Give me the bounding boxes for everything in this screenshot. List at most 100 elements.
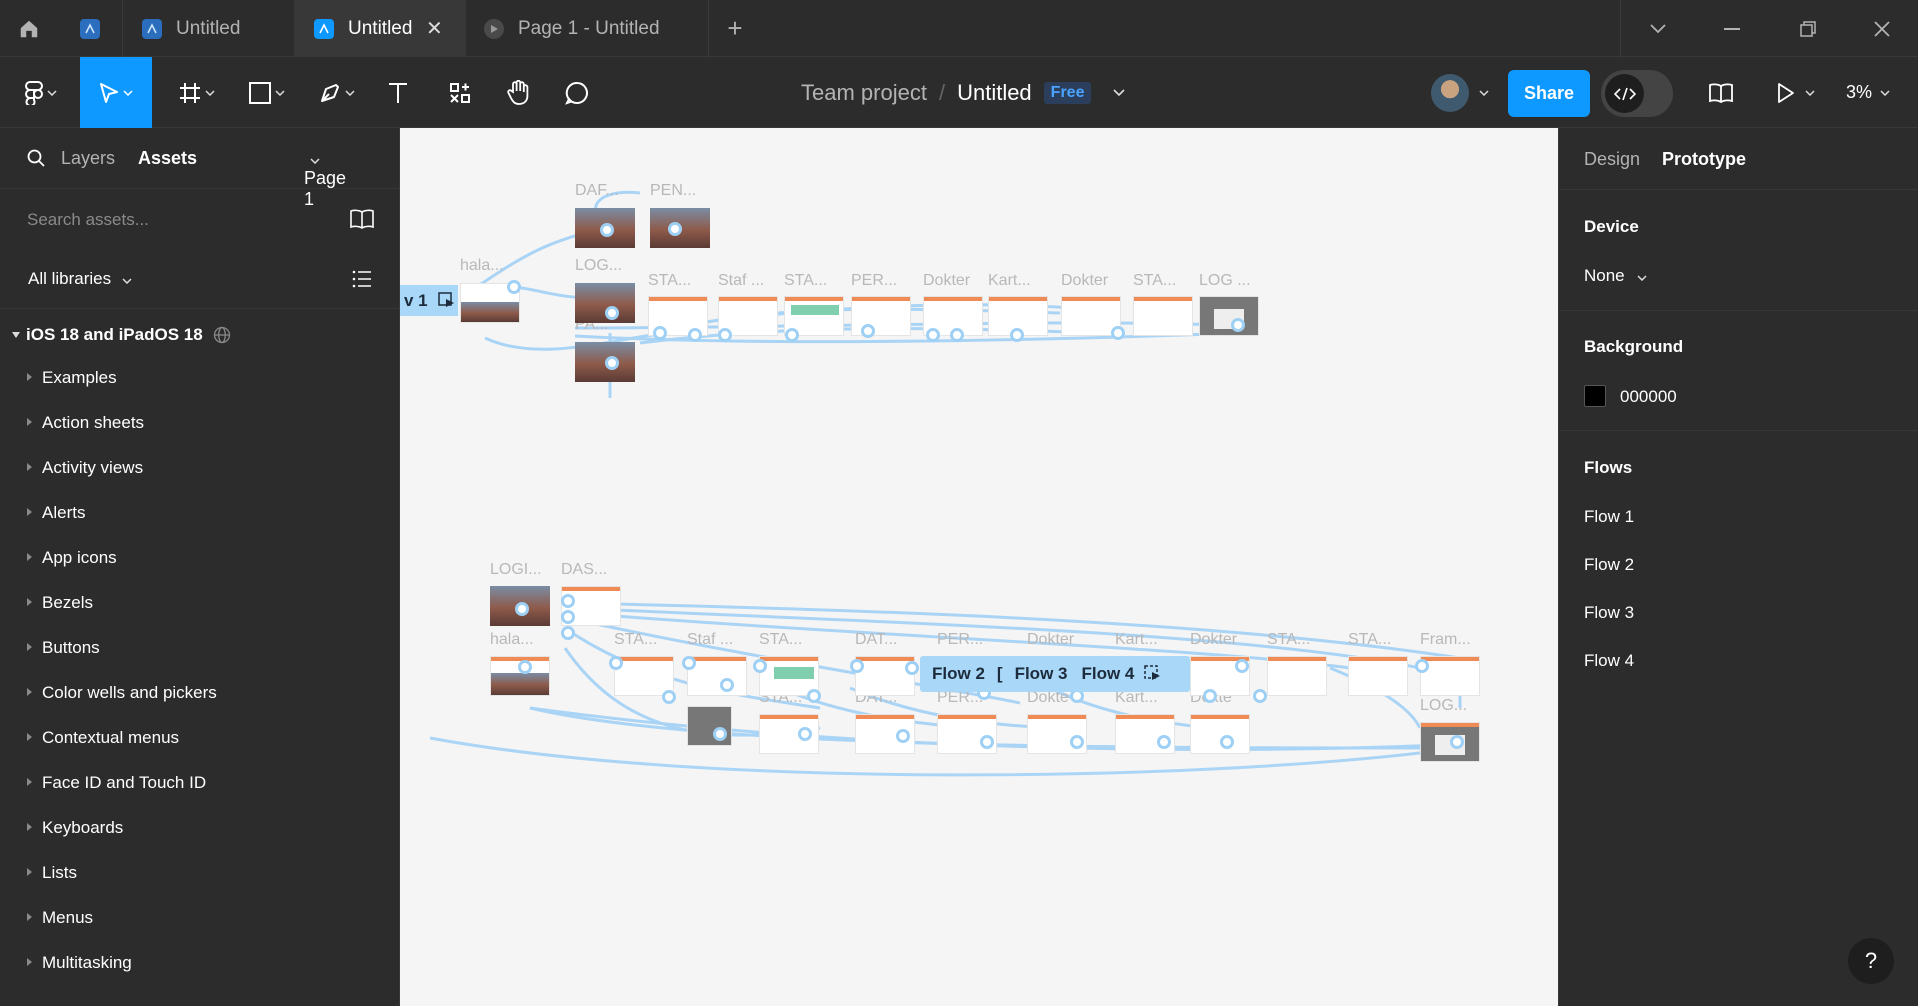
connection-node[interactable]: [1111, 326, 1125, 340]
connection-node[interactable]: [926, 328, 940, 342]
connection-node[interactable]: [785, 328, 799, 342]
connection-node[interactable]: [905, 661, 919, 675]
connection-node[interactable]: [688, 328, 702, 342]
connection-node[interactable]: [896, 729, 910, 743]
present-button[interactable]: [1766, 57, 1826, 128]
frame-thumbnail[interactable]: [687, 706, 732, 746]
close-window-button[interactable]: [1860, 0, 1904, 57]
frame-thumbnail[interactable]: [1133, 296, 1193, 336]
page-select[interactable]: Page 1: [304, 148, 346, 209]
connection-node[interactable]: [1010, 328, 1024, 342]
flow-item[interactable]: Flow 2: [1584, 555, 1634, 575]
tab-untitled-1[interactable]: Untitled: [122, 0, 294, 57]
help-button[interactable]: ?: [1848, 938, 1894, 984]
frame-thumbnail[interactable]: [575, 283, 635, 323]
list-item[interactable]: Menus: [0, 895, 400, 940]
connection-node[interactable]: [605, 306, 619, 320]
close-tab-icon[interactable]: ✕: [426, 16, 443, 41]
multiplayer-avatar-button[interactable]: [1424, 57, 1496, 128]
list-item[interactable]: Examples: [0, 355, 400, 400]
list-item[interactable]: App icons: [0, 535, 400, 580]
flow-4-chip[interactable]: Flow 4: [1081, 664, 1134, 684]
move-tool-button[interactable]: [80, 57, 152, 128]
connection-node[interactable]: [507, 280, 521, 294]
list-item[interactable]: Color wells and pickers: [0, 670, 400, 715]
connection-node[interactable]: [753, 659, 767, 673]
connection-node[interactable]: [1235, 659, 1249, 673]
background-swatch[interactable]: [1584, 385, 1606, 407]
tab-layers[interactable]: Layers: [61, 148, 115, 169]
connection-node[interactable]: [1450, 735, 1464, 749]
connection-node[interactable]: [561, 594, 575, 608]
share-button[interactable]: Share: [1508, 70, 1590, 117]
connection-node[interactable]: [605, 356, 619, 370]
frame-thumbnail[interactable]: [687, 656, 747, 696]
flow-starting-points-bar[interactable]: Flow 2 [ Flow 3 Flow 4: [920, 656, 1190, 692]
tab-assets[interactable]: Assets: [138, 148, 197, 169]
connection-node[interactable]: [861, 324, 875, 338]
list-item[interactable]: Bezels: [0, 580, 400, 625]
connection-node[interactable]: [980, 735, 994, 749]
connection-node[interactable]: [850, 659, 864, 673]
flow-item[interactable]: Flow 1: [1584, 507, 1634, 527]
tab-page1-untitled[interactable]: Page 1 - Untitled: [466, 0, 708, 57]
library-button[interactable]: [1700, 57, 1742, 128]
search-layers-button[interactable]: [27, 149, 45, 172]
tab-untitled-active[interactable]: Untitled ✕: [294, 0, 466, 57]
connection-node[interactable]: [713, 727, 727, 741]
file-name[interactable]: Untitled: [957, 80, 1032, 106]
connection-node[interactable]: [682, 656, 696, 670]
connection-node[interactable]: [668, 222, 682, 236]
connection-node[interactable]: [561, 610, 575, 624]
connection-node[interactable]: [515, 602, 529, 616]
libraries-select[interactable]: All libraries: [28, 269, 132, 289]
frame-thumbnail[interactable]: [1190, 714, 1250, 754]
canvas[interactable]: v 1 DAF... PEN... hala... LOG... STA... …: [400, 128, 1558, 1006]
connection-node[interactable]: [798, 727, 812, 741]
main-menu-button[interactable]: [10, 57, 72, 128]
background-hex-input[interactable]: 000000: [1620, 387, 1677, 407]
flow-3-chip[interactable]: Flow 3: [1015, 664, 1068, 684]
device-select[interactable]: None: [1584, 266, 1647, 286]
flow-item[interactable]: Flow 4: [1584, 651, 1634, 671]
flow-item[interactable]: Flow 3: [1584, 603, 1634, 623]
connection-node[interactable]: [1220, 735, 1234, 749]
frame-thumbnail[interactable]: [851, 296, 911, 336]
connection-node[interactable]: [950, 328, 964, 342]
frame-thumbnail[interactable]: [1420, 656, 1480, 696]
book-icon[interactable]: [349, 209, 375, 234]
connection-node[interactable]: [1157, 735, 1171, 749]
team-project-link[interactable]: Team project: [801, 80, 927, 106]
tab-design[interactable]: Design: [1584, 149, 1640, 170]
list-item[interactable]: Lists: [0, 850, 400, 895]
flow-2-chip[interactable]: Flow 2: [932, 664, 985, 684]
frame-tool-button[interactable]: [168, 57, 226, 128]
restore-button[interactable]: [1786, 0, 1830, 57]
list-item[interactable]: Multitasking: [0, 940, 400, 985]
new-tab-button[interactable]: +: [715, 0, 755, 57]
connection-node[interactable]: [1415, 659, 1429, 673]
list-item[interactable]: Activity views: [0, 445, 400, 490]
connection-node[interactable]: [1231, 318, 1245, 332]
connection-node[interactable]: [653, 326, 667, 340]
chevron-down-icon[interactable]: [1113, 88, 1126, 97]
connection-node[interactable]: [600, 223, 614, 237]
frame-thumbnail[interactable]: [1199, 296, 1259, 336]
connection-node[interactable]: [720, 678, 734, 692]
text-tool-button[interactable]: [378, 57, 418, 128]
home-button[interactable]: [0, 0, 57, 57]
pen-tool-button[interactable]: [308, 57, 366, 128]
library-group-ios[interactable]: iOS 18 and iPadOS 18: [12, 325, 231, 345]
search-input[interactable]: Search assets...: [27, 210, 149, 230]
tabs-dropdown-button[interactable]: [1636, 0, 1680, 57]
frame-thumbnail[interactable]: [1267, 656, 1327, 696]
connection-node[interactable]: [1253, 689, 1267, 703]
list-item[interactable]: Action sheets: [0, 400, 400, 445]
connection-node[interactable]: [561, 626, 575, 640]
dev-mode-toggle[interactable]: [1601, 70, 1673, 117]
list-item[interactable]: Alerts: [0, 490, 400, 535]
list-item[interactable]: Keyboards: [0, 805, 400, 850]
connection-node[interactable]: [1203, 689, 1217, 703]
minimize-button[interactable]: [1710, 0, 1754, 57]
shape-tool-button[interactable]: [238, 57, 296, 128]
